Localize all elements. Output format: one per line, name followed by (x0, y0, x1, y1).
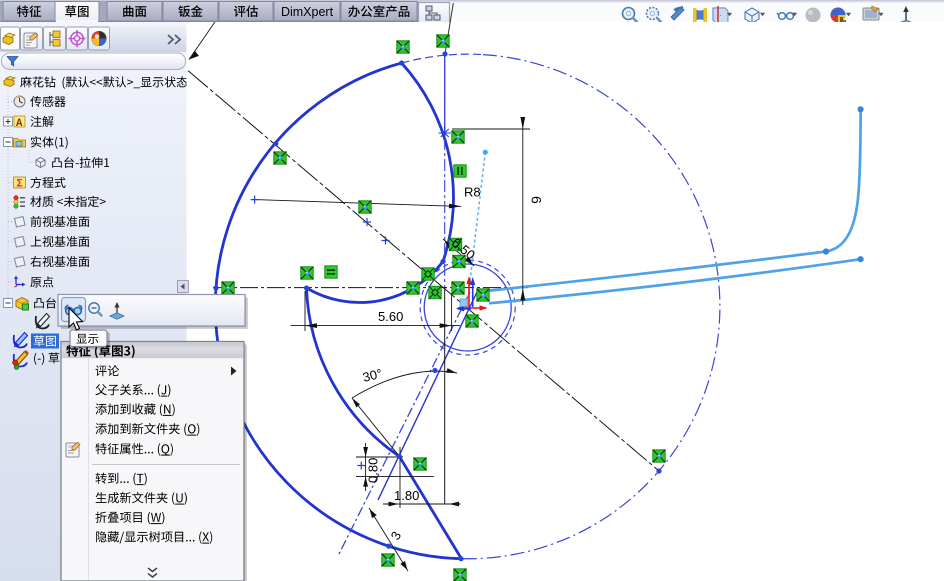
svg-text:6: 6 (529, 196, 545, 204)
svg-text:R8: R8 (464, 185, 481, 200)
svg-text:DimXpert: DimXpert (281, 5, 334, 19)
svg-text:5.60: 5.60 (378, 309, 403, 324)
svg-text:1.80: 1.80 (394, 488, 419, 503)
svg-text:0.80: 0.80 (366, 458, 381, 483)
